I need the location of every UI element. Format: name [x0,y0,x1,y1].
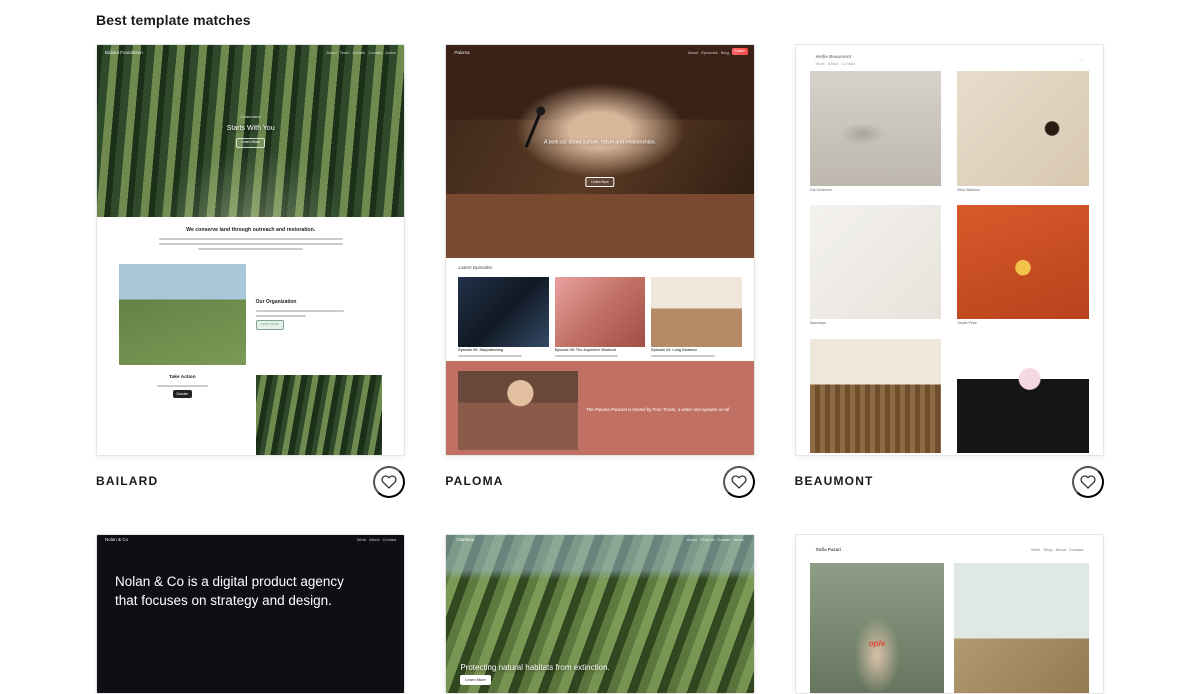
preview-caption: Mino Watches [957,188,1089,193]
preview-brand: Bailard Foundation [105,50,143,57]
template-card: Hollie Beaumont WorkAboutContact ⋯ Oat C… [795,44,1104,498]
preview-image [458,277,548,347]
preview-nav: WorkAboutContact [816,61,856,67]
preview-button: Donate [173,390,193,398]
preview-image [957,71,1089,185]
preview-nav: AboutProjects DonateNews [687,537,744,543]
preview-tile: Sackett Woodworking [810,339,942,456]
decorative-line [256,315,307,317]
preview-caption: Cecilia Objects [957,455,1089,456]
preview-episode-title: Episode 06: Staycationing [458,348,548,353]
preview-heading: We conserve land through outreach and re… [186,227,315,235]
preview-tile: Studio Pepe [957,205,1089,327]
preview-image [555,277,645,347]
preview-image [458,371,578,450]
template-name-link[interactable]: PALOMA [445,473,503,490]
preview-image [810,205,942,319]
preview-hero-cta: Learn More [236,138,264,148]
preview-topbar: Hollie Beaumont WorkAboutContact ⋯ [810,55,1089,65]
decorative-line [458,355,521,357]
template-thumbnail[interactable]: Sofia Pazari WorkShop AboutContact [795,534,1104,694]
decorative-line [651,355,714,357]
preview-episode: Episode 05: The Anywhere Workout [555,277,645,357]
decorative-line [555,355,618,357]
preview-nav: AboutTeam DonateContact Action [326,50,396,56]
preview-hero-text: A podcast about culture, travel and rela… [544,140,656,147]
preview-topbar: Bailard Foundation AboutTeam DonateConta… [97,48,404,58]
preview-subheading: Our Organization [256,299,383,306]
preview-band-text: The Paloma Podcast is hosted by Fran Tir… [586,407,742,414]
preview-brand: Hollie Beaumont [816,54,852,59]
template-name-link[interactable]: BEAUMONT [795,473,874,490]
microphone-icon [525,110,543,148]
preview-topbar: Clarkson AboutProjects DonateNews [446,535,753,545]
template-thumbnail[interactable]: Bailard Foundation AboutTeam DonateConta… [96,44,405,456]
preview-episodes-heading: Latest Episodes [458,266,741,273]
template-card: Bailard Foundation AboutTeam DonateConta… [96,44,405,498]
preview-caption: Sackett Woodworking [810,455,942,456]
decorative-line [198,248,303,250]
heart-icon [731,473,747,491]
preview-caption: Oat Ceramics [810,188,942,193]
preview-image [256,375,383,456]
favorite-button[interactable] [373,466,405,498]
preview-image [957,339,1089,453]
favorite-button[interactable] [1072,466,1104,498]
preview-nav: WorkAboutContact [357,537,397,543]
section-title: Best template matches [96,10,1104,30]
decorative-line [159,238,343,240]
template-name-link[interactable]: BAILARD [96,473,158,490]
template-card: Paloma AboutEpisodes BlogContact Listen … [445,44,754,498]
preview-brand: Paloma [454,50,469,57]
preview-nav: WorkShop AboutContact [1031,547,1083,553]
preview-cta-heading: Take Action [169,375,196,382]
preview-episode-title: Episode 05: The Anywhere Workout [555,348,645,353]
preview-brand: Clarkson [456,537,474,544]
decorative-line [256,310,345,312]
preview-image [810,563,945,694]
preview-episode: Episode 04: Long Distance [651,277,741,357]
preview-caption: Saturdays [810,321,942,326]
preview-image [810,71,942,185]
template-card: Nolan & Co WorkAboutContact Nolan & Co i… [96,534,405,694]
preview-image [954,563,1089,694]
favorite-button[interactable] [723,466,755,498]
template-grid: Bailard Foundation AboutTeam DonateConta… [96,44,1104,694]
kebab-icon: ⋯ [1079,57,1084,64]
template-thumbnail[interactable]: Clarkson AboutProjects DonateNews Protec… [445,534,754,694]
preview-image [957,205,1089,319]
template-thumbnail[interactable]: Hollie Beaumont WorkAboutContact ⋯ Oat C… [795,44,1104,456]
preview-brand: Nolan & Co [105,537,128,544]
preview-button: Learn More [256,320,284,330]
preview-pill: Listen [732,48,747,55]
preview-episode-title: Episode 04: Long Distance [651,348,741,353]
decorative-line [157,385,208,387]
preview-headline: Nolan & Co is a digital product agency t… [97,545,367,611]
preview-tile: Oat Ceramics [810,71,942,193]
preview-hero-title: Starts With You [227,124,275,134]
preview-headline: Protecting natural habitats from extinct… [460,662,609,673]
preview-tile: Mino Watches [957,71,1089,193]
preview-topbar: Sofia Pazari WorkShop AboutContact [810,545,1089,555]
template-card: Clarkson AboutProjects DonateNews Protec… [445,534,754,694]
preview-tile: Saturdays [810,205,942,327]
preview-tile: Cecilia Objects [957,339,1089,456]
preview-hero-sup: Conservation [240,115,261,120]
heart-icon [381,473,397,491]
preview-image [651,277,741,347]
template-card: Sofia Pazari WorkShop AboutContact [795,534,1104,694]
template-thumbnail[interactable]: Paloma AboutEpisodes BlogContact Listen … [445,44,754,456]
decorative-line [159,243,343,245]
preview-caption: Studio Pepe [957,321,1089,326]
preview-hero-cta: Listen Now [585,177,614,187]
preview-image [810,339,942,453]
preview-brand: Sofia Pazari [816,547,842,554]
preview-topbar: Nolan & Co WorkAboutContact [97,535,404,545]
preview-button: Learn More [460,675,490,685]
preview-topbar: Paloma AboutEpisodes BlogContact [446,48,753,58]
preview-image [119,264,246,365]
preview-episode: Episode 06: Staycationing [458,277,548,357]
template-thumbnail[interactable]: Nolan & Co WorkAboutContact Nolan & Co i… [96,534,405,694]
heart-icon [1080,473,1096,491]
